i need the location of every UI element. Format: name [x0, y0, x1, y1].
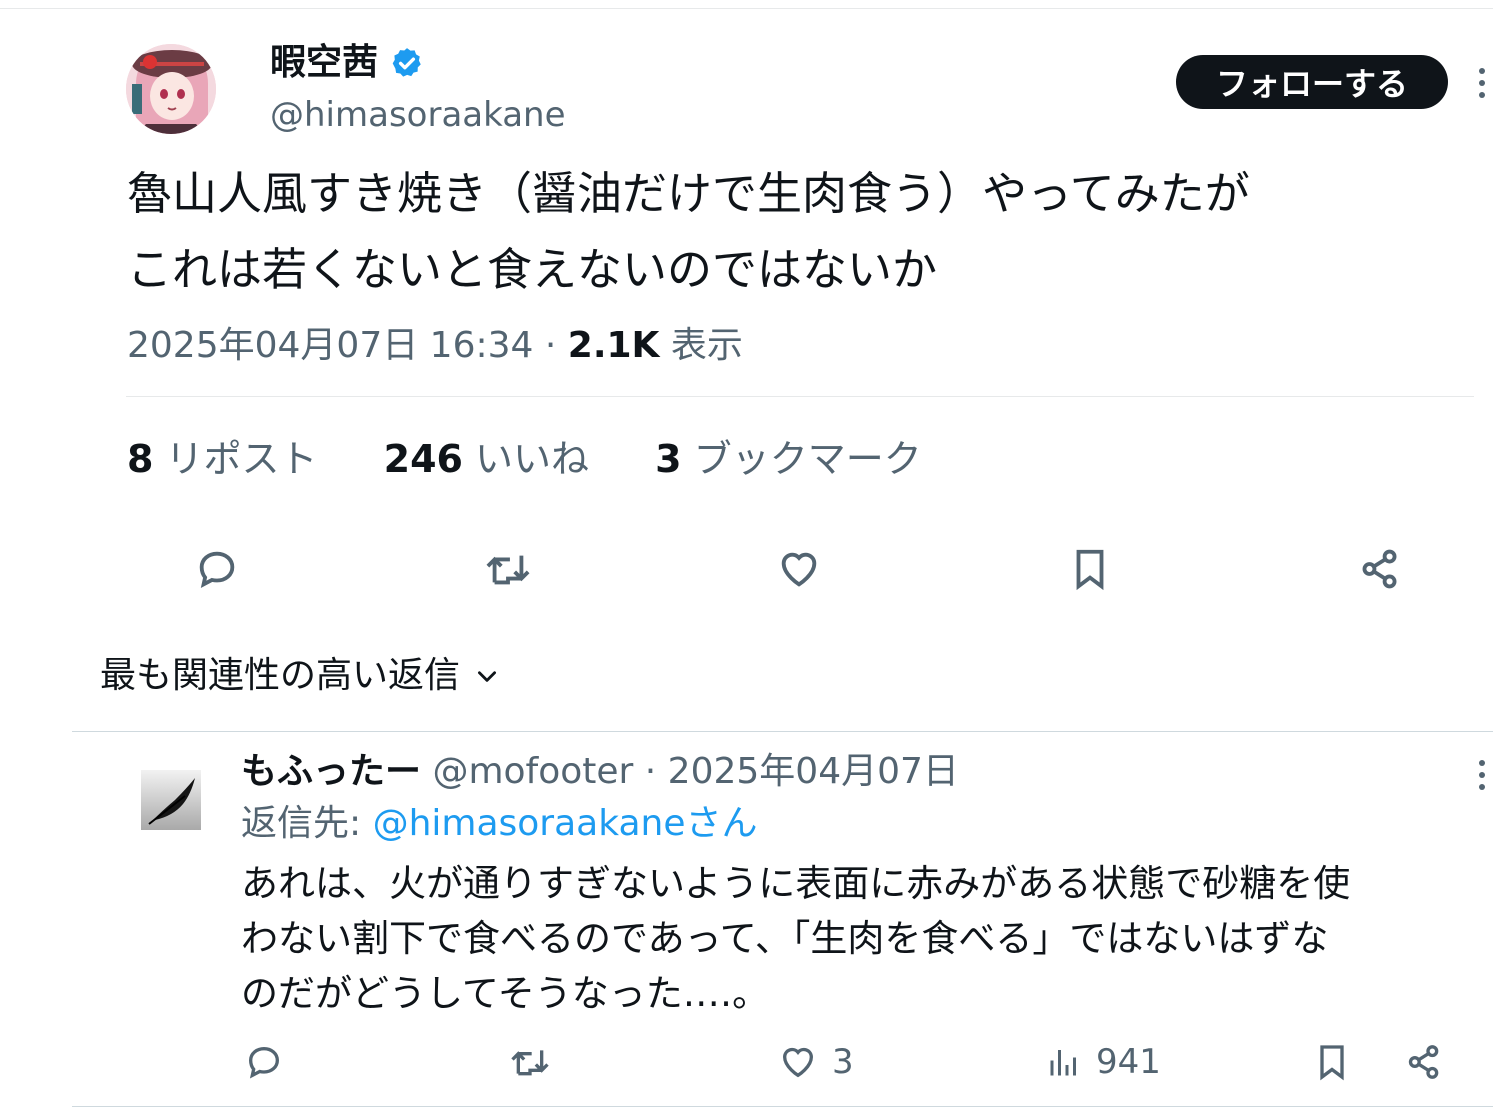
reply-to-line: 返信先: @himasoraakaneさん: [241, 800, 757, 848]
meta-separator: ·: [533, 325, 568, 366]
author-name-row: 暇空茜: [270, 38, 424, 88]
share-icon: [1362, 549, 1397, 589]
reply-reply-button[interactable]: [244, 1042, 284, 1082]
reply-author-name[interactable]: もふったー: [241, 751, 421, 792]
like-icon: [782, 1047, 814, 1078]
reposts-label: リポスト: [153, 437, 318, 481]
views-count: 2.1K: [567, 325, 660, 366]
author-avatar[interactable]: [126, 44, 216, 134]
reposts-stat[interactable]: 8 リポスト: [127, 437, 318, 481]
reply-header: もふったー @mofooter · 2025年04月07日: [241, 748, 959, 796]
reposts-count: 8: [127, 437, 154, 481]
follow-button[interactable]: フォローする: [1176, 55, 1448, 109]
bookmark-icon: [1320, 1045, 1344, 1081]
divider: [126, 396, 1474, 397]
repost-icon: [511, 1050, 549, 1076]
share-icon: [1408, 1045, 1439, 1079]
share-button[interactable]: [1352, 541, 1408, 597]
bookmarks-stat[interactable]: 3 ブックマーク: [655, 437, 922, 481]
chevron-down-icon: [478, 671, 497, 682]
views-chart-icon: [1050, 1050, 1076, 1076]
feather-avatar-icon: [141, 770, 201, 830]
repost-button[interactable]: [480, 541, 536, 597]
author-handle[interactable]: @himasoraakane: [270, 92, 566, 138]
verified-badge-icon: [392, 48, 421, 77]
bookmark-icon: [1076, 549, 1104, 591]
reply-to-handle-link[interactable]: @himasoraakaneさん: [373, 803, 758, 844]
reply-to-prefix: 返信先:: [241, 803, 373, 844]
repost-icon: [486, 555, 530, 585]
tweet-text: 魯山人風すき焼き（醤油だけで生肉食う）やってみたが これは若くないと食えないので…: [127, 167, 1250, 296]
replies-sort-label: 最も関連性の高い返信: [100, 655, 461, 696]
reply-author-handle[interactable]: @mofooter: [421, 751, 633, 792]
divider: [72, 731, 1493, 732]
reply-icon: [199, 551, 235, 588]
reply-more-options-icon[interactable]: [1474, 758, 1490, 792]
top-divider: [0, 8, 1493, 9]
views-label: 表示: [659, 325, 743, 366]
reply-repost-button[interactable]: [508, 1042, 552, 1082]
more-options-icon[interactable]: [1474, 66, 1490, 100]
reply-share-button[interactable]: [1404, 1042, 1444, 1082]
reply-author-avatar[interactable]: [141, 770, 201, 830]
tweet-meta: 2025年04月07日 16:34 · 2.1K 表示: [127, 322, 743, 370]
reply-views-count: 941: [1096, 1042, 1161, 1082]
divider: [72, 1106, 1493, 1107]
like-icon: [781, 552, 817, 587]
like-button[interactable]: [771, 541, 827, 597]
avatar-illustration-icon: [126, 44, 216, 134]
bookmarks-count: 3: [655, 437, 682, 481]
bookmark-button[interactable]: [1062, 541, 1118, 597]
replies-sort-dropdown[interactable]: 最も関連性の高い返信: [100, 650, 500, 702]
reply-views-button[interactable]: 941: [1046, 1042, 1161, 1082]
reply-date[interactable]: · 2025年04月07日: [633, 751, 959, 792]
bookmarks-label: ブックマーク: [681, 437, 922, 481]
likes-count: 246: [383, 437, 463, 481]
reply-icon: [248, 1046, 280, 1079]
likes-stat[interactable]: 246 いいね: [384, 437, 589, 481]
reply-button[interactable]: [189, 541, 245, 597]
reply-likes-count: 3: [832, 1042, 854, 1082]
tweet-stats: 8 リポスト 246 いいね 3 ブックマーク: [127, 434, 976, 484]
likes-label: いいね: [462, 437, 590, 481]
reply-like-button[interactable]: 3: [778, 1042, 854, 1082]
reply-bookmark-button[interactable]: [1312, 1042, 1352, 1082]
author-name[interactable]: 暇空茜: [270, 38, 378, 88]
tweet-timestamp[interactable]: 2025年04月07日 16:34: [127, 325, 533, 366]
reply-text: あれは、火が通りすぎないように表面に赤みがある状態で砂糖を使 わない割下で食べる…: [241, 862, 1351, 1015]
